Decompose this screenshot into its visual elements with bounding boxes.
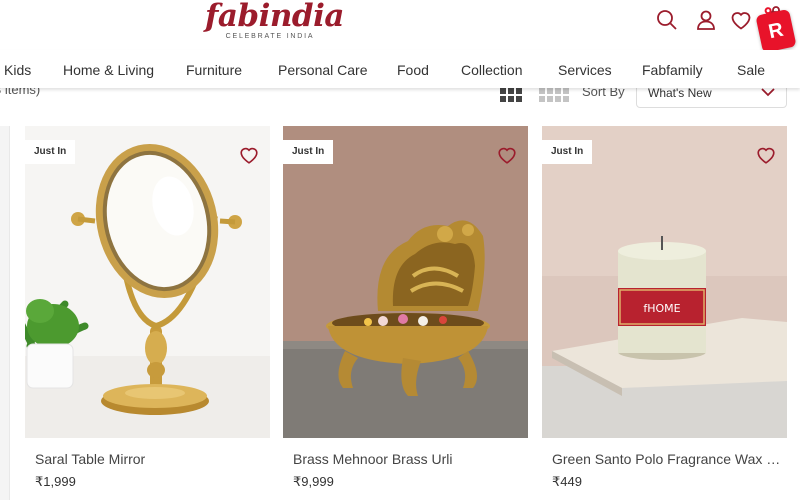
- just-in-badge: Just In: [25, 140, 76, 164]
- candle-band-label: fHOME: [643, 302, 680, 315]
- extension-badge-label: R: [766, 18, 786, 44]
- nav-item-fabfamily[interactable]: Fabfamily: [642, 62, 703, 78]
- wishlist-heart-icon[interactable]: [238, 144, 260, 166]
- badge-dot: [763, 6, 773, 15]
- product-name[interactable]: Brass Mehnoor Brass Urli: [293, 451, 523, 467]
- product-name[interactable]: Saral Table Mirror: [35, 451, 265, 467]
- grid-3-view-icon[interactable]: [500, 88, 524, 102]
- nav-item-personal-care[interactable]: Personal Care: [278, 62, 368, 78]
- fabindia-logo[interactable]: fabindia CELEBRATE INDIA: [205, 0, 344, 48]
- nav-item-kids[interactable]: Kids: [4, 62, 31, 78]
- user-icon[interactable]: [694, 8, 718, 32]
- search-icon[interactable]: [655, 8, 679, 32]
- heart-icon[interactable]: [729, 8, 753, 32]
- nav-item-food[interactable]: Food: [397, 62, 429, 78]
- product-image-mirror[interactable]: [25, 126, 270, 438]
- product-card[interactable]: Just In Saral Table Mirror ₹1,999: [25, 126, 270, 500]
- site-header: fabindia CELEBRATE INDIA R: [0, 0, 800, 54]
- product-card[interactable]: Just In Brass Mehnoor Brass Urli ₹9,999: [283, 126, 528, 500]
- nav-item-collection[interactable]: Collection: [461, 62, 522, 78]
- product-image-urli[interactable]: [283, 126, 528, 438]
- wishlist-heart-icon[interactable]: [496, 144, 518, 166]
- product-price: ₹9,999: [293, 474, 334, 489]
- logo-tagline: CELEBRATE INDIA: [225, 33, 315, 40]
- nav-item-sale[interactable]: Sale: [737, 62, 765, 78]
- product-image-candle[interactable]: fHOME: [542, 126, 787, 438]
- category-nav: Kids Home & Living Furniture Personal Ca…: [0, 50, 800, 88]
- just-in-badge: Just In: [542, 140, 593, 164]
- partial-product-card: [0, 126, 10, 500]
- product-card[interactable]: fHOME Just In Green Santo Polo Fragrance…: [542, 126, 787, 500]
- wishlist-heart-icon[interactable]: [755, 144, 777, 166]
- logo-wordmark: fabindia: [205, 0, 344, 34]
- sort-selected-value: What's New: [648, 86, 712, 100]
- product-price: ₹1,999: [35, 474, 76, 489]
- product-price: ₹449: [552, 474, 582, 489]
- product-name[interactable]: Green Santo Polo Fragrance Wax Pillar Ca…: [552, 451, 782, 467]
- nav-item-home-living[interactable]: Home & Living: [63, 62, 154, 78]
- just-in-badge: Just In: [283, 140, 334, 164]
- grid-4-view-icon[interactable]: [539, 88, 571, 102]
- nav-item-furniture[interactable]: Furniture: [186, 62, 242, 78]
- extension-badge[interactable]: R: [755, 6, 797, 54]
- nav-item-services[interactable]: Services: [558, 62, 612, 78]
